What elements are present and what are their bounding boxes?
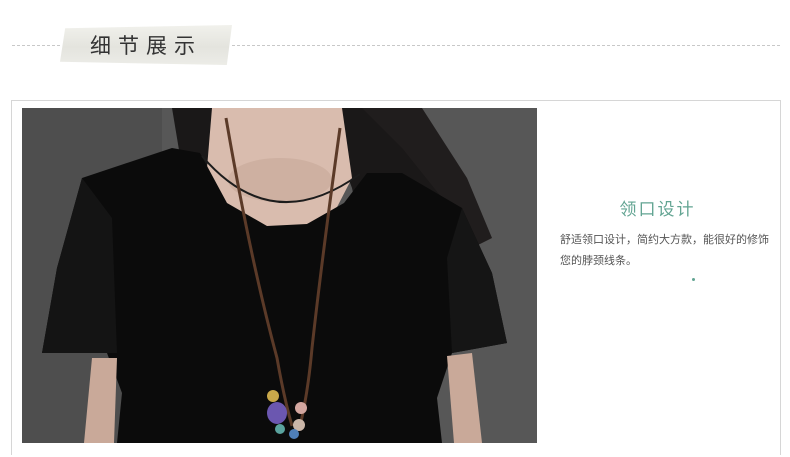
product-photo-illustration — [22, 108, 537, 443]
decorative-dot — [692, 278, 695, 281]
detail-title: 领口设计 — [619, 200, 696, 220]
product-photo — [22, 108, 537, 443]
detail-description: 舒适领口设计，简约大方款，能很好的修饰您的脖颈线条。 — [560, 233, 769, 267]
section-title-plate: 细节展示 — [60, 25, 232, 65]
header-divider-right — [232, 45, 780, 46]
header-divider-left — [12, 45, 60, 46]
section-header: 细节展示 — [0, 0, 790, 100]
section-title: 细节展示 — [90, 34, 202, 58]
